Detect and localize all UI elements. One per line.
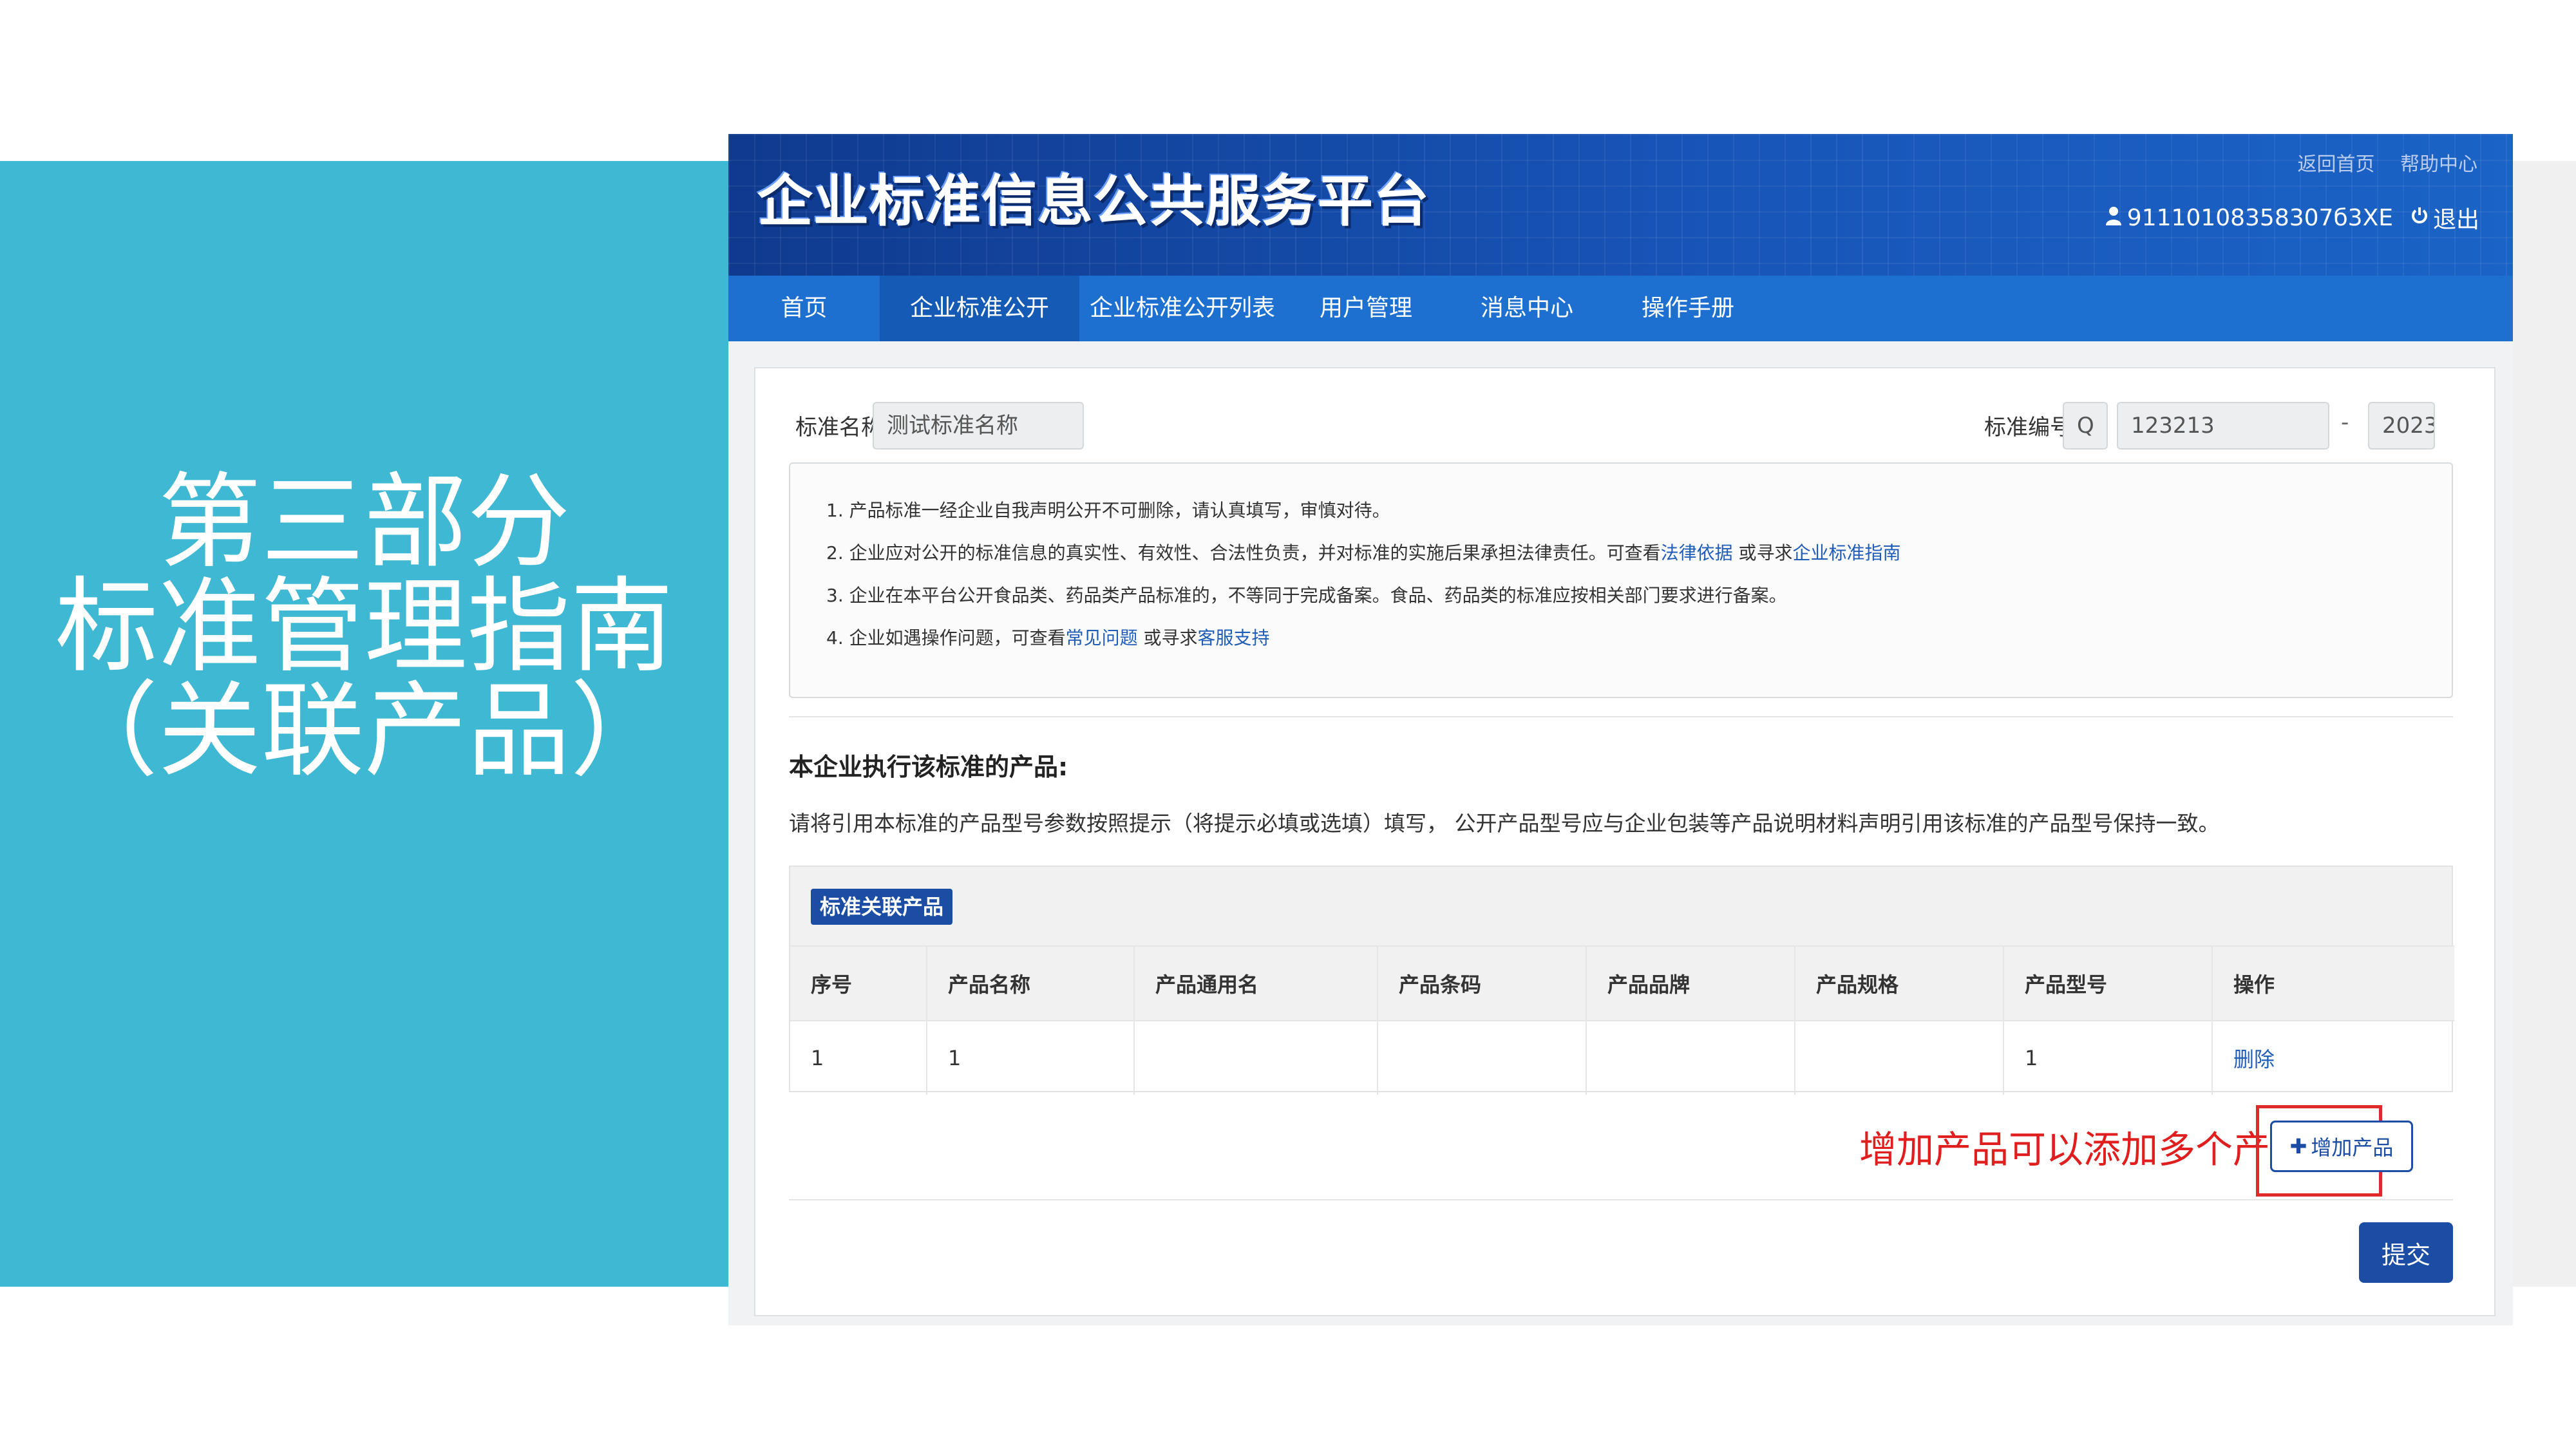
nav-item-home[interactable]: 首页: [728, 276, 880, 341]
user-info: 91110108358307б3XE 退出: [2105, 201, 2479, 234]
product-table: 序号 产品名称 产品通用名 产品条码 产品品牌 产品规格 产品型号 操作 1 1: [790, 945, 2454, 1095]
notice-line-1: 1. 产品标准一经企业自我声明公开不可删除，请认真填写，审慎对待。: [826, 500, 1390, 521]
slide-title-line-3: （关联产品）: [55, 670, 674, 791]
notice-line-2-mid: 或寻求: [1732, 542, 1793, 564]
std-guide-link[interactable]: 企业标准指南: [1793, 542, 1901, 564]
user-icon: [2105, 205, 2122, 231]
add-product-annotation: 增加产品可以添加多个产品: [1859, 1128, 2308, 1171]
logout-label: 退出: [2432, 207, 2479, 233]
products-section-desc: 请将引用本标准的产品型号参数按照提示（将提示必填或选填）填写， 公开产品型号应与…: [789, 811, 2220, 836]
cell-barcode[interactable]: [1378, 1020, 1587, 1095]
std-no-separator: -: [2341, 410, 2349, 435]
main-nav: 首页 企业标准公开 企业标准公开列表 用户管理 消息中心 操作手册: [728, 276, 2513, 341]
delete-link[interactable]: 删除: [2233, 1047, 2275, 1072]
cell-no: 1: [790, 1020, 927, 1095]
faq-link[interactable]: 常见问题: [1066, 627, 1138, 649]
submit-button[interactable]: 提交: [2359, 1222, 2453, 1283]
divider: [789, 1199, 2453, 1200]
col-header-no: 序号: [790, 945, 927, 1021]
table-row: 1 1 1 删除: [790, 1020, 2454, 1095]
form-panel: 标准名称: 测试标准名称 标准编号: Q 123213 - 2023 1. 产品…: [754, 367, 2496, 1316]
std-year-field[interactable]: 2023: [2368, 402, 2435, 450]
add-product-button[interactable]: ✚ 增加产品: [2270, 1121, 2413, 1172]
notice-box: 1. 产品标准一经企业自我声明公开不可删除，请认真填写，审慎对待。 2. 企业应…: [789, 462, 2453, 698]
col-header-common-name: 产品通用名: [1134, 945, 1378, 1021]
plus-icon: ✚: [2289, 1134, 2307, 1159]
top-links: 返回首页 帮助中心: [2278, 148, 2477, 176]
logout-button[interactable]: 退出: [2410, 201, 2479, 234]
help-link[interactable]: 帮助中心: [2400, 153, 2477, 176]
cell-spec[interactable]: [1795, 1020, 2004, 1095]
table-toolbar: [790, 867, 2452, 945]
cell-action: 删除: [2212, 1020, 2454, 1095]
site-logo[interactable]: 企业标准信息公共服务平台: [757, 156, 1430, 236]
std-no-field[interactable]: 123213: [2117, 402, 2329, 450]
notice-line-4: 4. 企业如遇操作问题，可查看常见问题 或寻求客服支持: [826, 617, 2452, 659]
col-header-brand: 产品品牌: [1586, 945, 1795, 1021]
cell-brand[interactable]: [1586, 1020, 1795, 1095]
notice-line-2-text: 2. 企业应对公开的标准信息的真实性、有效性、合法性负责，并对标准的实施后果承担…: [826, 542, 1661, 564]
home-link[interactable]: 返回首页: [2297, 153, 2374, 176]
nav-item-std-list[interactable]: 企业标准公开列表: [1079, 276, 1285, 341]
cell-name[interactable]: 1: [927, 1020, 1135, 1095]
nav-item-std-disclosure[interactable]: 企业标准公开: [880, 276, 1079, 341]
linked-products-tag: 标准关联产品: [811, 889, 953, 925]
law-basis-link[interactable]: 法律依据: [1661, 542, 1733, 564]
col-header-barcode: 产品条码: [1378, 945, 1587, 1021]
header-banner: 企业标准信息公共服务平台 返回首页 帮助中心 91110108358307б3X…: [728, 134, 2513, 276]
app-screenshot: 企业标准信息公共服务平台 返回首页 帮助中心 91110108358307б3X…: [728, 134, 2513, 1325]
slide-title: 第三部分 标准管理指南 （关联产品）: [0, 470, 728, 783]
notice-line-4-text: 4. 企业如遇操作问题，可查看: [826, 627, 1066, 649]
col-header-spec: 产品规格: [1795, 945, 2004, 1021]
slide-title-line-2: 标准管理指南: [55, 566, 674, 687]
nav-item-manual[interactable]: 操作手册: [1607, 276, 1768, 341]
col-header-action: 操作: [2212, 945, 2454, 1021]
notice-line-3: 3. 企业在本平台公开食品类、药品类产品标准的，不等同于完成备案。食品、药品类的…: [826, 585, 1787, 606]
product-table-card: 标准关联产品 序号 产品名称 产品通用名 产品条码 产品品牌 产品规格 产品型号: [789, 866, 2454, 1095]
notice-line-4-mid: 或寻求: [1137, 627, 1198, 649]
nav-item-messages[interactable]: 消息中心: [1446, 276, 1607, 341]
std-no-prefix-field[interactable]: Q: [2063, 402, 2108, 450]
cell-model[interactable]: 1: [2003, 1020, 2213, 1095]
col-header-model: 产品型号: [2003, 945, 2213, 1021]
divider: [789, 716, 2453, 717]
table-header-row: 序号 产品名称 产品通用名 产品条码 产品品牌 产品规格 产品型号 操作: [790, 945, 2454, 1021]
support-link[interactable]: 客服支持: [1198, 627, 1270, 649]
std-name-field[interactable]: 测试标准名称: [873, 402, 1084, 450]
power-icon: [2410, 205, 2429, 231]
add-product-label: 增加产品: [2311, 1135, 2394, 1160]
user-id: 91110108358307б3XE: [2126, 204, 2393, 231]
products-section-title: 本企业执行该标准的产品:: [789, 753, 1068, 781]
col-header-name: 产品名称: [927, 945, 1135, 1021]
slide-title-line-1: 第三部分: [158, 462, 571, 582]
notice-line-2: 2. 企业应对公开的标准信息的真实性、有效性、合法性负责，并对标准的实施后果承担…: [826, 532, 2452, 574]
right-shade: [2513, 161, 2576, 1287]
nav-item-user-mgmt[interactable]: 用户管理: [1285, 276, 1446, 341]
cell-common-name[interactable]: [1134, 1020, 1378, 1095]
